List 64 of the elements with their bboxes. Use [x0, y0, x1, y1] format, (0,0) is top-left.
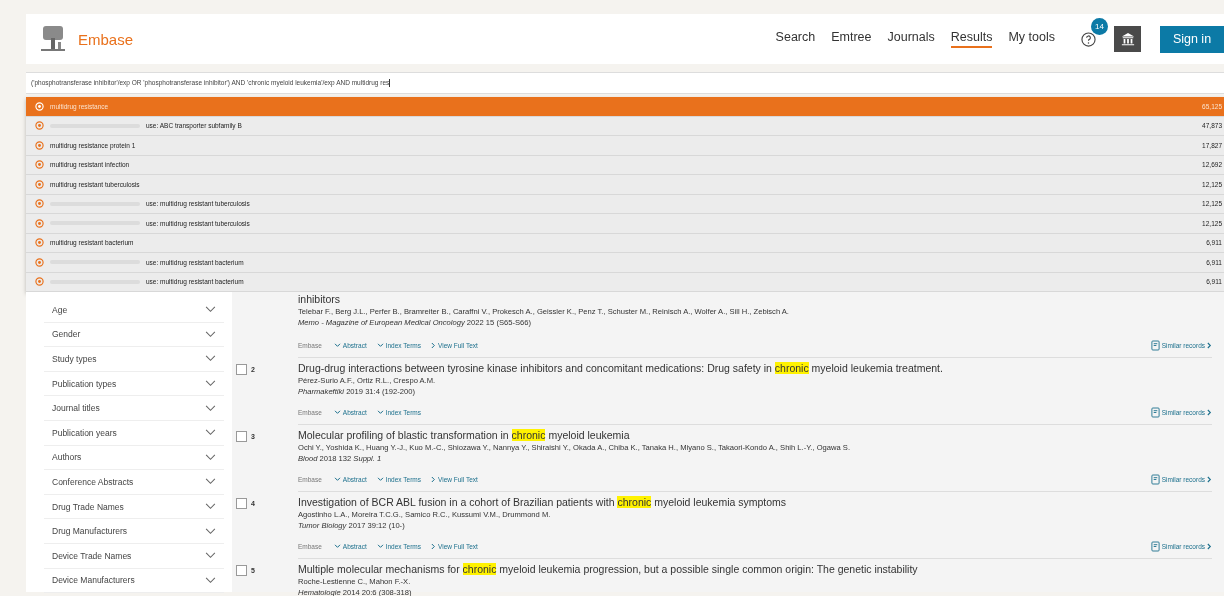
institution-button[interactable]: [1114, 26, 1141, 52]
chevron-down-icon: [205, 503, 216, 511]
filter-item[interactable]: Drug Manufacturers: [44, 519, 224, 544]
institution-icon: [1120, 32, 1135, 46]
chevron-down-icon: [376, 343, 384, 348]
filter-item[interactable]: Age: [44, 298, 224, 323]
nav-link[interactable]: Results: [950, 30, 993, 48]
document-icon: [1150, 340, 1160, 351]
help-icon[interactable]: [1081, 31, 1096, 47]
chevron-down-icon: [376, 410, 384, 415]
chevron-down-icon: [205, 355, 216, 363]
tree-logo-icon: [38, 24, 68, 54]
chevron-down-icon: [333, 477, 341, 482]
document-icon: [1150, 541, 1160, 552]
chevron-down-icon: [376, 477, 384, 482]
filter-item[interactable]: Authors: [44, 445, 224, 471]
result-title[interactable]: Investigation of BCR ABL fusion in a cohort of Brazilian patients with chronic myeloid leukemia symptoms: [298, 496, 1212, 508]
result-title[interactable]: Molecular profiling of blastic transformation in chronic myeloid leukemia: [298, 429, 1212, 441]
checkbox[interactable]: [236, 431, 247, 442]
checkbox[interactable]: [236, 565, 247, 576]
chevron-down-icon: [333, 343, 341, 348]
chevron-down-icon: [205, 429, 216, 437]
filter-item[interactable]: Publication years: [44, 420, 224, 446]
document-icon: [1150, 407, 1160, 418]
result-title[interactable]: Drug-drug interactions between tyrosine kinase inhibitors and concomitant medications: Drug safety in chronic myeloid leukemia treatment.: [298, 362, 1212, 374]
filter-item[interactable]: Drug Trade Names: [44, 494, 224, 520]
chevron-down-icon: [205, 380, 216, 388]
filter-item[interactable]: Publication types: [44, 371, 224, 397]
chevron-down-icon: [205, 478, 216, 486]
filter-item[interactable]: Device Trade Names: [44, 543, 224, 569]
chevron-down-icon: [205, 552, 216, 560]
chevron-right-icon: [1207, 543, 1212, 550]
chevron-down-icon: [205, 404, 216, 412]
chevron-down-icon: [333, 544, 341, 549]
chevron-down-icon: [333, 410, 341, 415]
chevron-down-icon: [205, 576, 216, 584]
checkbox[interactable]: [236, 498, 247, 509]
result-title[interactable]: inhibitors: [298, 293, 1212, 305]
filter-item[interactable]: Journal titles: [44, 396, 224, 421]
chevron-right-icon: [431, 342, 436, 349]
filter-item[interactable]: Gender: [44, 322, 224, 348]
chevron-down-icon: [205, 306, 216, 314]
brand-name: Embase: [78, 30, 134, 48]
filter-item[interactable]: Conference Abstracts: [44, 470, 224, 495]
chevron-right-icon: [1207, 342, 1212, 349]
sign-in-button[interactable]: Sign in: [1160, 25, 1224, 53]
chevron-right-icon: [1207, 409, 1212, 416]
chevron-right-icon: [431, 543, 436, 550]
checkbox[interactable]: [236, 364, 247, 375]
nav-link[interactable]: Emtree: [831, 30, 872, 48]
filter-item[interactable]: Study types: [44, 347, 224, 372]
document-icon: [1150, 474, 1160, 485]
nav-link[interactable]: Journals: [887, 30, 935, 48]
chevron-down-icon: [376, 544, 384, 549]
filter-item[interactable]: Device Manufacturers: [44, 568, 224, 594]
result-title[interactable]: Multiple molecular mechanisms for chronic myeloid leukemia progression, but a possible single common origin: The genetic instability: [298, 563, 1212, 575]
chevron-down-icon: [205, 453, 216, 461]
chevron-down-icon: [205, 527, 216, 535]
chevron-down-icon: [205, 330, 216, 338]
notification-badge: 14: [1091, 17, 1108, 35]
nav-link[interactable]: My tools: [1008, 30, 1055, 48]
chevron-right-icon: [431, 476, 436, 483]
nav-link[interactable]: Search: [775, 30, 816, 48]
chevron-right-icon: [1207, 476, 1212, 483]
